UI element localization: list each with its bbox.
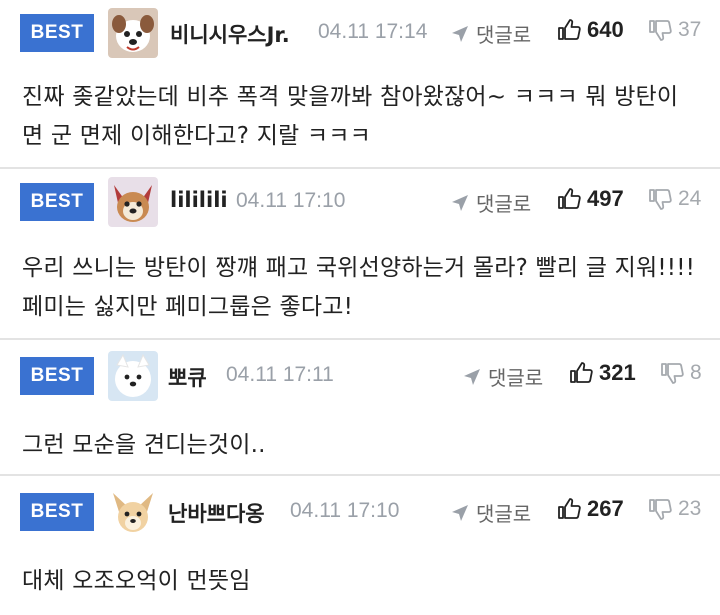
reply-label: 댓글로 [476,23,532,47]
send-arrow-icon [452,25,468,42]
comment-header: BEST lililili 04.11 17:10 댓글로 497 24 [0,174,720,230]
comment-date: 04.11 17:10 [236,189,346,212]
reply-label: 댓글로 [476,192,532,216]
thumbs-up-icon [558,19,581,40]
comment-date: 04.11 17:14 [318,20,428,43]
comment-item: BEST 난바쁘다옹 04.11 17:10 댓글로 267 23 대체 오조오… [0,476,720,615]
comment-header: BEST 비니시우스Jr. 04.11 17:14 댓글로 640 37 [0,5,720,61]
comment-date: 04.11 17:10 [290,499,400,522]
user-avatar[interactable] [108,351,158,401]
comment-body: 그런 모순을 견디는것이.. [22,432,266,458]
dislike-button[interactable]: 8 [660,361,702,385]
dislike-count: 23 [678,497,702,520]
reply-button[interactable]: 댓글로 [450,498,531,527]
reply-button[interactable]: 댓글로 [450,19,531,48]
dislike-button[interactable]: 24 [648,187,701,211]
send-arrow-icon [464,368,480,385]
reply-button[interactable]: 댓글로 [450,188,531,217]
comment-body: 대체 오조오억이 먼뜻임 [22,568,251,594]
thumbs-up-icon [570,362,593,383]
avatar-dog-icon [108,8,158,58]
user-nickname[interactable]: 난바쁘다옹 [168,498,265,528]
like-button[interactable]: 321 [569,360,636,386]
like-count: 267 [587,496,624,521]
user-nickname[interactable]: 뽀큐 [168,362,207,392]
comment-header: BEST 뽀큐 04.11 17:11 댓글로 321 8 [0,348,720,404]
like-count: 321 [599,360,636,385]
like-count: 497 [587,186,624,211]
user-avatar[interactable] [108,8,158,58]
thumbs-up-icon [558,498,581,519]
comment-body: 진짜 좆같았는데 비추 폭격 맞을까봐 참아왔잖어~ ㅋㅋㅋ 뭐 방탄이면 군 … [22,84,679,149]
dislike-count: 37 [678,18,702,41]
thumbs-down-icon [649,499,672,520]
user-avatar[interactable] [108,487,158,537]
best-badge: BEST [20,183,94,221]
dislike-count: 24 [678,187,702,210]
like-button[interactable]: 497 [557,186,624,212]
like-button[interactable]: 640 [557,17,624,43]
thumbs-down-icon [649,189,672,210]
reply-label: 댓글로 [476,502,532,526]
comment-date: 04.11 17:11 [226,363,334,386]
user-nickname[interactable]: lililili [170,188,228,212]
comment-item: BEST 비니시우스Jr. 04.11 17:14 댓글로 640 37 진짜 … [0,0,720,169]
best-badge: BEST [20,14,94,52]
reply-label: 댓글로 [488,366,544,390]
like-count: 640 [587,17,624,42]
dislike-count: 8 [690,361,702,384]
user-avatar[interactable] [108,177,158,227]
avatar-dog-icon [108,351,158,401]
thumbs-up-icon [558,188,581,209]
comment-body: 우리 쓰니는 방탄이 짱꺠 패고 국위선양하는거 몰라? 빨리 글 지워!!!!… [22,255,696,320]
user-nickname[interactable]: 비니시우스Jr. [170,19,290,49]
comment-item: BEST 뽀큐 04.11 17:11 댓글로 321 8 그런 모순을 견디는… [0,340,720,476]
avatar-dog-icon [108,177,158,227]
best-badge: BEST [20,493,94,531]
dislike-button[interactable]: 37 [648,18,701,42]
best-badge: BEST [20,357,94,395]
like-button[interactable]: 267 [557,496,624,522]
thumbs-down-icon [661,363,684,384]
send-arrow-icon [452,194,468,211]
comment-item: BEST lililili 04.11 17:10 댓글로 497 24 우리 … [0,169,720,340]
reply-button[interactable]: 댓글로 [462,362,543,391]
thumbs-down-icon [649,20,672,41]
send-arrow-icon [452,504,468,521]
avatar-dog-icon [108,487,158,537]
comment-header: BEST 난바쁘다옹 04.11 17:10 댓글로 267 23 [0,484,720,540]
dislike-button[interactable]: 23 [648,497,701,521]
